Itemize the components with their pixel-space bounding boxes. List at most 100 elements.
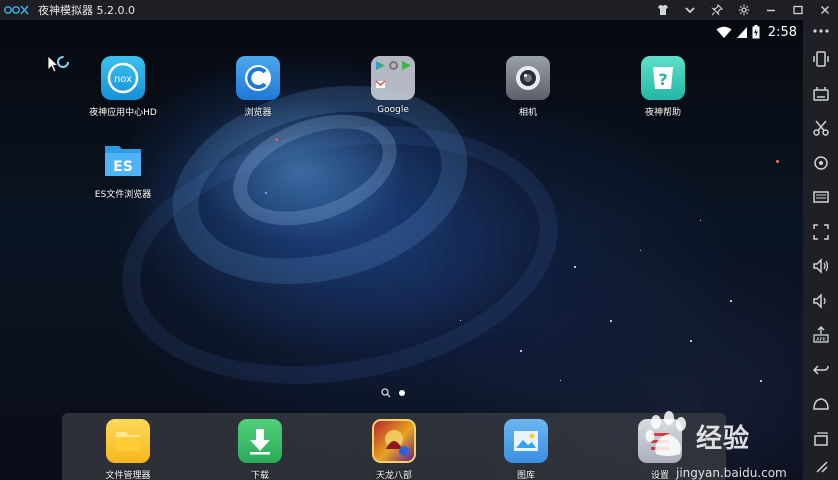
maximize-button[interactable] xyxy=(784,0,811,20)
maximize-icon xyxy=(792,5,803,15)
star xyxy=(574,266,576,268)
display-button[interactable] xyxy=(803,180,838,215)
location-button[interactable] xyxy=(803,146,838,181)
volume-down-icon xyxy=(812,292,826,309)
cell-signal-icon xyxy=(736,26,747,38)
settings-button[interactable] xyxy=(730,0,757,20)
dock-app-download[interactable]: 下载 xyxy=(220,419,300,480)
screenshot-button[interactable] xyxy=(803,111,838,146)
star xyxy=(640,250,641,251)
chevron-down-icon xyxy=(684,7,695,14)
star xyxy=(700,220,701,221)
star xyxy=(690,340,692,342)
game-icon xyxy=(372,419,416,463)
gear-icon xyxy=(388,61,398,70)
gear-icon xyxy=(738,4,749,16)
play-store-icon xyxy=(375,61,385,70)
nox-logo xyxy=(4,2,32,18)
app-label: 图库 xyxy=(516,471,535,480)
app-label: ES文件浏览器 xyxy=(94,190,152,200)
emulator-toolbar: APK xyxy=(803,20,838,480)
star xyxy=(520,350,522,352)
display-icon xyxy=(812,191,829,203)
star xyxy=(760,380,762,382)
apk-install-button[interactable]: APK xyxy=(803,318,838,353)
app-label: 浏览器 xyxy=(244,108,272,118)
skin-button[interactable] xyxy=(649,0,676,20)
more-button[interactable] xyxy=(803,20,838,42)
page-dot-active[interactable] xyxy=(399,390,405,396)
home-icon xyxy=(812,398,829,410)
volume-down-button[interactable] xyxy=(803,284,838,319)
app-label: 夜神帮助 xyxy=(644,108,681,118)
dock-app-tianlongbabu[interactable]: 天龙八部 xyxy=(354,419,434,480)
back-icon xyxy=(812,365,829,375)
volume-up-icon xyxy=(812,258,828,275)
back-button[interactable] xyxy=(803,353,838,388)
close-button[interactable] xyxy=(811,0,838,20)
status-time: 2:58 xyxy=(767,24,797,40)
keyboard-icon xyxy=(812,86,829,101)
page-indicator xyxy=(381,388,405,398)
app-label: 天龙八部 xyxy=(375,471,412,480)
download-icon xyxy=(238,419,282,463)
app-label: 下载 xyxy=(250,471,269,480)
status-bar: 2:58 xyxy=(716,24,797,40)
camera-icon xyxy=(506,56,550,100)
star xyxy=(560,380,561,381)
battery-charging-icon xyxy=(752,25,760,39)
gallery-icon xyxy=(504,419,548,463)
star xyxy=(610,320,612,322)
fullscreen-button[interactable] xyxy=(803,215,838,250)
help-icon: ? xyxy=(641,56,685,100)
app-browser[interactable]: 浏览器 xyxy=(218,56,298,118)
loading-cursor-icon xyxy=(47,55,69,73)
more-dots-icon xyxy=(812,29,829,33)
home-button[interactable] xyxy=(803,387,838,422)
app-label: Google xyxy=(377,105,409,115)
recent-apps-button[interactable] xyxy=(803,422,838,457)
dock-app-gallery[interactable]: 图库 xyxy=(486,419,566,480)
app-nox-app-center[interactable]: nox 夜神应用中心HD xyxy=(83,56,163,118)
shake-icon xyxy=(812,51,829,67)
app-label: 夜神应用中心HD xyxy=(89,108,157,118)
pin-icon xyxy=(710,4,723,16)
window-controls xyxy=(649,0,838,20)
apk-install-icon: APK xyxy=(812,326,829,343)
app-es-file-explorer[interactable]: ES ES文件浏览器 xyxy=(83,138,163,200)
app-label: 文件管理器 xyxy=(105,471,151,480)
star xyxy=(776,160,779,163)
keyboard-button[interactable] xyxy=(803,77,838,112)
star xyxy=(460,320,461,321)
nox-app-center-icon: nox xyxy=(101,56,145,100)
shirt-icon xyxy=(657,5,668,15)
location-icon xyxy=(813,156,828,170)
star xyxy=(275,138,278,141)
android-screen[interactable]: 2:58 nox 夜神应用中心HD 浏览器 Google 相机 ? 夜神帮助 E… xyxy=(0,20,803,480)
screenshot-scissors-icon xyxy=(812,120,829,136)
pin-button[interactable] xyxy=(703,0,730,20)
recent-apps-icon xyxy=(813,432,828,446)
google-folder-icon xyxy=(371,56,415,100)
file-manager-icon xyxy=(106,419,150,463)
app-nox-help[interactable]: ? 夜神帮助 xyxy=(623,56,703,118)
app-google-folder[interactable]: Google xyxy=(353,56,433,115)
app-label: 设置 xyxy=(650,471,669,480)
dock-app-file-manager[interactable]: 文件管理器 xyxy=(88,419,168,480)
es-file-explorer-icon: ES xyxy=(101,138,145,182)
svg-text:APK: APK xyxy=(816,337,826,343)
app-label: 相机 xyxy=(518,108,537,118)
star xyxy=(730,300,732,302)
gmail-icon xyxy=(375,80,385,88)
minimize-button[interactable] xyxy=(757,0,784,20)
resize-handle[interactable] xyxy=(803,456,838,476)
search-icon[interactable] xyxy=(381,388,391,398)
app-camera[interactable]: 相机 xyxy=(488,56,568,118)
dropdown-button[interactable] xyxy=(676,0,703,20)
dock-app-settings[interactable]: 设置 xyxy=(620,419,700,480)
browser-icon xyxy=(236,56,280,100)
fullscreen-icon xyxy=(812,224,829,240)
svg-text:ES: ES xyxy=(113,159,133,175)
shake-button[interactable] xyxy=(803,42,838,77)
volume-up-button[interactable] xyxy=(803,249,838,284)
